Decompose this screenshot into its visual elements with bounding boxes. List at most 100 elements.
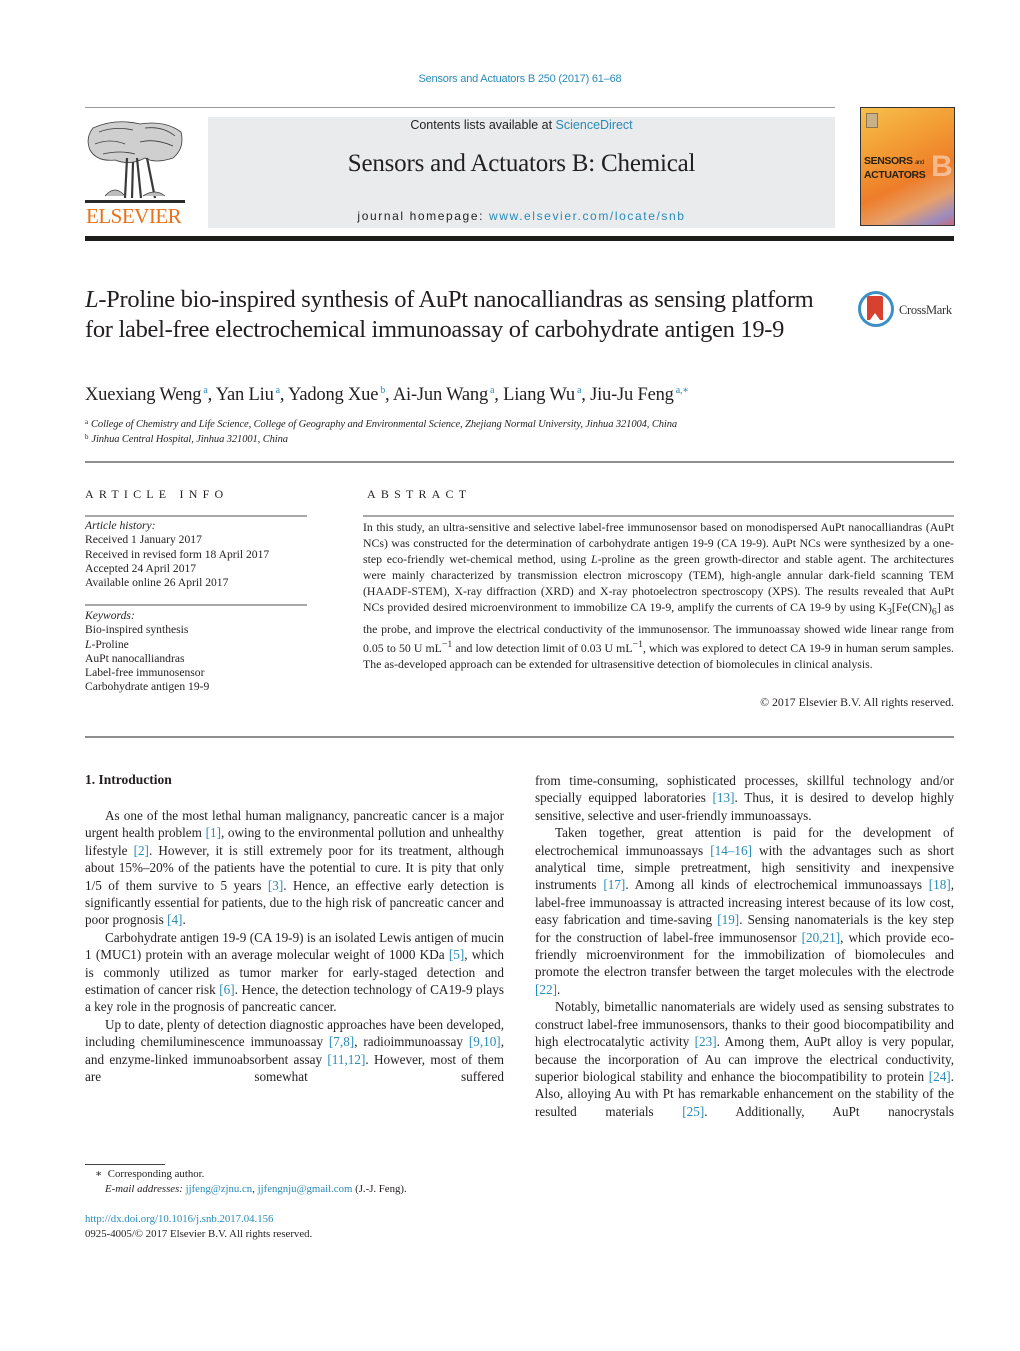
header-thick-rule [85, 236, 954, 241]
affiliation-a: a College of Chemistry and Life Science, … [85, 418, 677, 430]
article-history: Article history: Received 1 January 2017… [85, 519, 307, 590]
author[interactable]: Xuexiang Weng a [85, 385, 208, 405]
journal-homepage: journal homepage: www.elsevier.com/locat… [208, 209, 835, 223]
abstract-rule [363, 515, 954, 517]
author-name: Yadong Xue [288, 385, 379, 405]
doi-link[interactable]: http://dx.doi.org/10.1016/j.snb.2017.04.… [85, 1212, 312, 1227]
section-divider [85, 461, 954, 463]
citation-link[interactable]: [6] [219, 982, 234, 997]
author[interactable]: Yadong Xue b [288, 385, 385, 405]
paragraph-text: . [182, 912, 186, 928]
crossmark-button[interactable]: CrossMark [858, 291, 958, 329]
citation-link[interactable]: [7,8] [329, 1034, 354, 1049]
keyword-item: Label-free immunosensor [85, 666, 205, 680]
crossmark-label: CrossMark [899, 303, 952, 317]
author[interactable]: Liang Wu a [503, 385, 581, 405]
article-info-heading: ARTICLE INFO [85, 487, 229, 501]
citation-link[interactable]: [23] [695, 1034, 717, 1049]
cover-and: and [915, 160, 924, 166]
citation-link[interactable]: [5] [449, 947, 464, 962]
citation-link[interactable]: [19] [717, 912, 739, 927]
author-affiliation-mark[interactable]: a [276, 385, 280, 396]
history-item: Available online 26 April 2017 [85, 576, 229, 590]
citation-link[interactable]: [17] [603, 877, 625, 892]
paragraph: Up to date, plenty of detection diagnost… [85, 1016, 504, 1086]
contents-prefix: Contents lists available at [410, 118, 556, 132]
email-link[interactable]: jjfengnju@gmail.com [258, 1183, 353, 1195]
citation-link[interactable]: [11,12] [327, 1052, 365, 1067]
email-link[interactable]: jjfeng@zjnu.cn [186, 1183, 253, 1195]
affiliation-text: Jinhua Central Hospital, Jinhua 321001, … [91, 434, 288, 445]
citation-link[interactable]: [25] [682, 1104, 704, 1119]
author-name: Ai-Jun Wang [392, 385, 489, 405]
affiliation-b: b Jinhua Central Hospital, Jinhua 321001,… [85, 433, 288, 445]
keywords-rule [85, 604, 307, 606]
history-label: Article history: [85, 519, 156, 532]
citation-link[interactable]: [2] [134, 843, 149, 858]
cover-line1: SENSORS [864, 155, 913, 167]
header-rule [85, 107, 835, 108]
abstract-text: In this study, an ultra-sensitive and se… [363, 519, 954, 672]
abstract-segment: and low detection limit of 0.03 U mL [452, 640, 633, 655]
citation-link[interactable]: [3] [268, 878, 283, 893]
citation-link[interactable]: [1] [206, 825, 221, 840]
homepage-link[interactable]: www.elsevier.com/locate/snb [489, 209, 686, 223]
author[interactable]: Yan Liu a [216, 385, 280, 405]
email-suffix: (J.-J. Feng). [352, 1182, 407, 1195]
journal-citation[interactable]: Sensors and Actuators B 250 (2017) 61–68 [0, 73, 1020, 85]
author-name: Jiu-Ju Feng [590, 385, 674, 405]
paragraph-text: . [556, 981, 561, 997]
abstract-segment: [Fe(CN) [891, 600, 932, 615]
abstract-heading: ABSTRACT [367, 487, 472, 501]
history-item: Accepted 24 April 2017 [85, 561, 197, 575]
sciencedirect-link[interactable]: ScienceDirect [556, 118, 633, 132]
author-name: Yan Liu [215, 385, 274, 405]
history-item: Received in revised form 18 April 2017 [85, 547, 270, 561]
citation-link[interactable]: [20,21] [802, 930, 840, 945]
citation-link[interactable]: [22] [535, 982, 557, 997]
article-info-rule [85, 515, 307, 517]
article-title: L-Proline bio-inspired synthesis of AuPt… [85, 285, 845, 345]
paragraph: Notably, bimetallic nanomaterials are wi… [535, 998, 954, 1120]
keyword-item: Carbohydrate antigen 19-9 [85, 680, 210, 694]
corresponding-author-label: Corresponding author. [107, 1168, 205, 1180]
author-affiliation-mark[interactable]: a [490, 385, 494, 396]
citation-link[interactable]: [24] [929, 1069, 951, 1084]
citation-link[interactable]: [9,10] [469, 1034, 501, 1049]
elsevier-logo[interactable]: ELSEVIER [85, 118, 185, 228]
affiliation-key: b [85, 433, 89, 441]
footnote: ∗ Corresponding author. E-mail addresses… [85, 1167, 407, 1196]
citation-link[interactable]: [18] [929, 877, 951, 892]
affiliation-text: College of Chemistry and Life Science, C… [91, 419, 677, 430]
journal-banner: Contents lists available at ScienceDirec… [208, 117, 835, 228]
citation-link[interactable]: [14–16] [710, 843, 752, 858]
footnote-rule [85, 1164, 165, 1165]
abstract-copyright: © 2017 Elsevier B.V. All rights reserved… [760, 695, 954, 709]
citation-link[interactable]: [13] [713, 790, 735, 805]
paragraph-text: Carbohydrate antigen 19-9 (CA 19-9) is a… [85, 929, 504, 963]
author[interactable]: Jiu-Ju Feng a,∗ [590, 385, 689, 405]
email-line: E-mail addresses: jjfeng@zjnu.cn, jjfeng… [85, 1182, 407, 1197]
corresponding-note: ∗ Corresponding author. [85, 1167, 407, 1182]
elsevier-tree-icon [85, 121, 185, 203]
paragraph-text: , radioimmunoassay [354, 1034, 469, 1050]
cover-letter: B [931, 150, 953, 183]
journal-cover-thumbnail[interactable]: B SENSORS and ACTUATORS [860, 107, 955, 226]
issn-line: 0925-4005/© 2017 Elsevier B.V. All right… [85, 1227, 313, 1240]
author-affiliation-mark[interactable]: a [577, 385, 581, 396]
paragraph: Taken together, great attention is paid … [535, 824, 954, 998]
email-label: E-mail addresses: [105, 1182, 183, 1195]
paragraph: As one of the most lethal human malignan… [85, 807, 504, 929]
abstract-superscript: −1 [632, 639, 643, 651]
author-affiliation-mark[interactable]: b [380, 385, 385, 396]
author-affiliation-mark[interactable]: a,∗ [676, 385, 689, 396]
introduction-heading: 1. Introduction [85, 772, 172, 787]
citation-link[interactable]: [4] [167, 912, 182, 927]
abstract-end-divider [85, 736, 954, 738]
author[interactable]: Ai-Jun Wang a [392, 385, 495, 405]
right-column: from time-consuming, sophisticated proce… [535, 772, 954, 1120]
keywords-label: Keywords: [85, 609, 135, 622]
homepage-prefix: journal homepage: [357, 209, 489, 223]
keyword-text: -Proline [91, 637, 129, 651]
author-affiliation-mark[interactable]: a [203, 385, 207, 396]
